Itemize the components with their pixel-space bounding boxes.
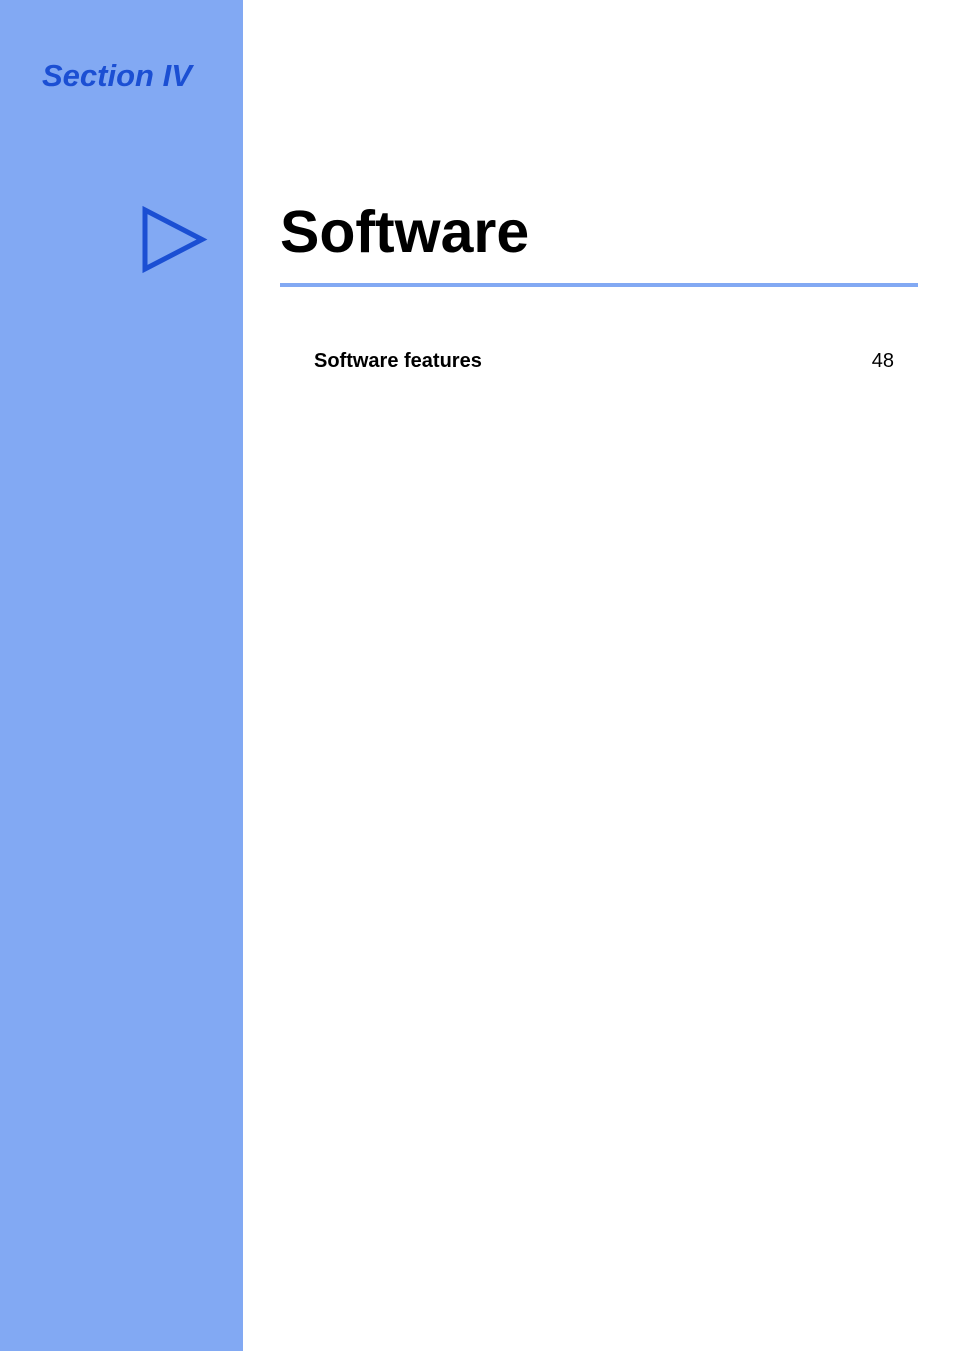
section-label: Section IV	[42, 58, 192, 94]
play-triangle-icon	[135, 202, 210, 282]
toc-item-label: Software features	[314, 350, 482, 373]
toc-entry: Software features 48	[314, 350, 894, 373]
toc-item-page: 48	[872, 350, 894, 373]
title-underline	[280, 283, 918, 287]
page-title: Software	[280, 198, 529, 266]
